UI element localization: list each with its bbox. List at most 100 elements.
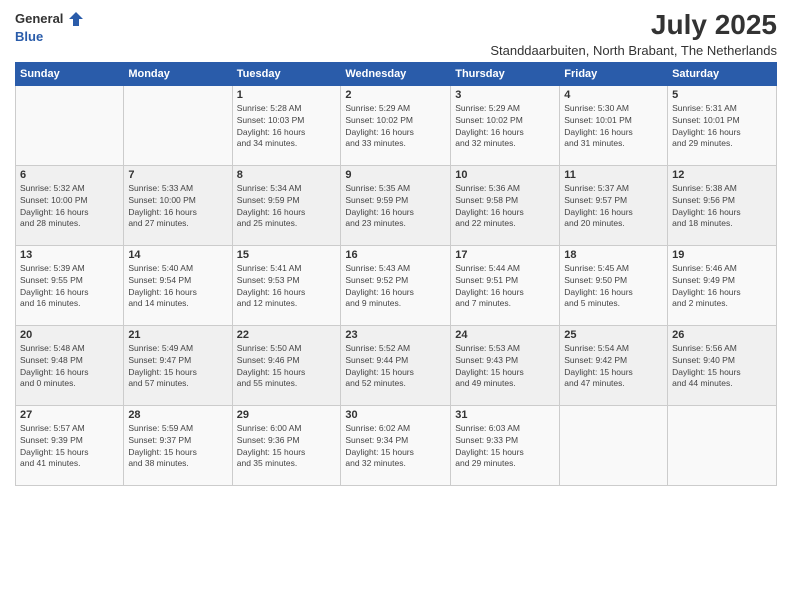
calendar-page: General Blue July 2025 Standdaarbuiten, … (0, 0, 792, 612)
calendar-cell: 14 Sunrise: 5:40 AMSunset: 9:54 PMDayligh… (124, 245, 232, 325)
calendar-cell: 16 Sunrise: 5:43 AMSunset: 9:52 PMDayligh… (341, 245, 451, 325)
day-info: Sunrise: 6:03 AMSunset: 9:33 PMDaylight:… (455, 423, 555, 471)
day-info: Sunrise: 5:39 AMSunset: 9:55 PMDaylight:… (20, 263, 119, 311)
calendar-cell: 11Sunrise: 5:37 AMSunset: 9:57 PMDayligh… (560, 165, 668, 245)
calendar-cell: 4Sunrise: 5:30 AMSunset: 10:01 PMDayligh… (560, 85, 668, 165)
calendar-cell: 13 Sunrise: 5:39 AMSunset: 9:55 PMDayligh… (16, 245, 124, 325)
calendar-cell: 2Sunrise: 5:29 AMSunset: 10:02 PMDayligh… (341, 85, 451, 165)
day-number: 26 (672, 329, 772, 341)
weekday-header-thursday: Thursday (451, 62, 560, 85)
day-number: 27 (20, 409, 119, 421)
calendar-cell: 20Sunrise: 5:48 AMSunset: 9:48 PMDayligh… (16, 325, 124, 405)
calendar-cell: 6 Sunrise: 5:32 AMSunset: 10:00 PMDayligh… (16, 165, 124, 245)
day-info: Sunrise: 5:31 AMSunset: 10:01 PMDaylight… (672, 103, 772, 151)
day-number: 29 (237, 409, 337, 421)
day-number: 7 (128, 169, 227, 181)
calendar-cell (668, 405, 777, 485)
day-number: 14 (128, 249, 227, 261)
day-info: Sunrise: 5:33 AMSunset: 10:00 PMDaylight… (128, 183, 227, 231)
day-number: 15 (237, 249, 337, 261)
day-number: 16 (345, 249, 446, 261)
day-number: 4 (564, 89, 663, 101)
calendar-cell: 3Sunrise: 5:29 AMSunset: 10:02 PMDayligh… (451, 85, 560, 165)
logo-blue: Blue (15, 29, 43, 44)
calendar-cell: 31 Sunrise: 6:03 AMSunset: 9:33 PMDayligh… (451, 405, 560, 485)
calendar-table: SundayMondayTuesdayWednesdayThursdayFrid… (15, 62, 777, 486)
day-number: 6 (20, 169, 119, 181)
calendar-cell: 5 Sunrise: 5:31 AMSunset: 10:01 PMDayligh… (668, 85, 777, 165)
day-number: 12 (672, 169, 772, 181)
calendar-week-4: 20Sunrise: 5:48 AMSunset: 9:48 PMDayligh… (16, 325, 777, 405)
day-info: Sunrise: 5:57 AMSunset: 9:39 PMDaylight:… (20, 423, 119, 471)
day-number: 21 (128, 329, 227, 341)
day-number: 23 (345, 329, 446, 341)
weekday-header-wednesday: Wednesday (341, 62, 451, 85)
logo-icon (67, 10, 85, 28)
logo-general: General (15, 11, 63, 27)
day-info: Sunrise: 5:34 AMSunset: 9:59 PMDaylight:… (237, 183, 337, 231)
calendar-cell: 17 Sunrise: 5:44 AMSunset: 9:51 PMDayligh… (451, 245, 560, 325)
day-info: Sunrise: 5:53 AMSunset: 9:43 PMDaylight:… (455, 343, 555, 391)
weekday-header-monday: Monday (124, 62, 232, 85)
calendar-cell: 9 Sunrise: 5:35 AMSunset: 9:59 PMDaylight… (341, 165, 451, 245)
day-number: 11 (564, 169, 663, 181)
day-info: Sunrise: 5:44 AMSunset: 9:51 PMDaylight:… (455, 263, 555, 311)
calendar-week-3: 13 Sunrise: 5:39 AMSunset: 9:55 PMDayligh… (16, 245, 777, 325)
day-number: 5 (672, 89, 772, 101)
day-info: Sunrise: 5:52 AMSunset: 9:44 PMDaylight:… (345, 343, 446, 391)
day-number: 9 (345, 169, 446, 181)
header: General Blue July 2025 Standdaarbuiten, … (15, 10, 777, 58)
day-number: 1 (237, 89, 337, 101)
calendar-week-1: 1 Sunrise: 5:28 AMSunset: 10:03 PMDayligh… (16, 85, 777, 165)
day-info: Sunrise: 5:28 AMSunset: 10:03 PMDaylight… (237, 103, 337, 151)
calendar-cell: 1 Sunrise: 5:28 AMSunset: 10:03 PMDayligh… (232, 85, 341, 165)
day-info: Sunrise: 5:35 AMSunset: 9:59 PMDaylight:… (345, 183, 446, 231)
title-block: July 2025 Standdaarbuiten, North Brabant… (490, 10, 777, 58)
day-number: 10 (455, 169, 555, 181)
calendar-cell: 21Sunrise: 5:49 AMSunset: 9:47 PMDayligh… (124, 325, 232, 405)
calendar-cell: 28 Sunrise: 5:59 AMSunset: 9:37 PMDayligh… (124, 405, 232, 485)
day-number: 28 (128, 409, 227, 421)
weekday-header-saturday: Saturday (668, 62, 777, 85)
calendar-cell: 12Sunrise: 5:38 AMSunset: 9:56 PMDayligh… (668, 165, 777, 245)
day-info: Sunrise: 5:40 AMSunset: 9:54 PMDaylight:… (128, 263, 227, 311)
day-number: 13 (20, 249, 119, 261)
day-number: 24 (455, 329, 555, 341)
calendar-cell: 8 Sunrise: 5:34 AMSunset: 9:59 PMDaylight… (232, 165, 341, 245)
day-number: 17 (455, 249, 555, 261)
day-info: Sunrise: 5:50 AMSunset: 9:46 PMDaylight:… (237, 343, 337, 391)
day-info: Sunrise: 5:59 AMSunset: 9:37 PMDaylight:… (128, 423, 227, 471)
logo: General Blue (15, 10, 85, 46)
day-info: Sunrise: 5:36 AMSunset: 9:58 PMDaylight:… (455, 183, 555, 231)
calendar-cell: 10 Sunrise: 5:36 AMSunset: 9:58 PMDayligh… (451, 165, 560, 245)
day-info: Sunrise: 5:41 AMSunset: 9:53 PMDaylight:… (237, 263, 337, 311)
day-info: Sunrise: 5:54 AMSunset: 9:42 PMDaylight:… (564, 343, 663, 391)
day-info: Sunrise: 5:32 AMSunset: 10:00 PMDaylight… (20, 183, 119, 231)
day-info: Sunrise: 6:00 AMSunset: 9:36 PMDaylight:… (237, 423, 337, 471)
calendar-cell: 26Sunrise: 5:56 AMSunset: 9:40 PMDayligh… (668, 325, 777, 405)
calendar-cell: 22Sunrise: 5:50 AMSunset: 9:46 PMDayligh… (232, 325, 341, 405)
calendar-cell: 15 Sunrise: 5:41 AMSunset: 9:53 PMDayligh… (232, 245, 341, 325)
day-number: 19 (672, 249, 772, 261)
calendar-cell: 19 Sunrise: 5:46 AMSunset: 9:49 PMDayligh… (668, 245, 777, 325)
day-info: Sunrise: 5:48 AMSunset: 9:48 PMDaylight:… (20, 343, 119, 391)
day-info: Sunrise: 5:45 AMSunset: 9:50 PMDaylight:… (564, 263, 663, 311)
day-info: Sunrise: 5:43 AMSunset: 9:52 PMDaylight:… (345, 263, 446, 311)
calendar-cell: 24 Sunrise: 5:53 AMSunset: 9:43 PMDayligh… (451, 325, 560, 405)
calendar-cell (124, 85, 232, 165)
weekday-header-friday: Friday (560, 62, 668, 85)
location: Standdaarbuiten, North Brabant, The Neth… (490, 43, 777, 58)
calendar-cell: 18Sunrise: 5:45 AMSunset: 9:50 PMDayligh… (560, 245, 668, 325)
calendar-cell: 29 Sunrise: 6:00 AMSunset: 9:36 PMDayligh… (232, 405, 341, 485)
calendar-cell (560, 405, 668, 485)
day-number: 8 (237, 169, 337, 181)
month-year: July 2025 (490, 10, 777, 41)
day-number: 2 (345, 89, 446, 101)
calendar-cell: 25Sunrise: 5:54 AMSunset: 9:42 PMDayligh… (560, 325, 668, 405)
day-info: Sunrise: 5:46 AMSunset: 9:49 PMDaylight:… (672, 263, 772, 311)
calendar-cell: 23 Sunrise: 5:52 AMSunset: 9:44 PMDayligh… (341, 325, 451, 405)
calendar-cell (16, 85, 124, 165)
day-number: 31 (455, 409, 555, 421)
calendar-cell: 27 Sunrise: 5:57 AMSunset: 9:39 PMDayligh… (16, 405, 124, 485)
weekday-header-sunday: Sunday (16, 62, 124, 85)
